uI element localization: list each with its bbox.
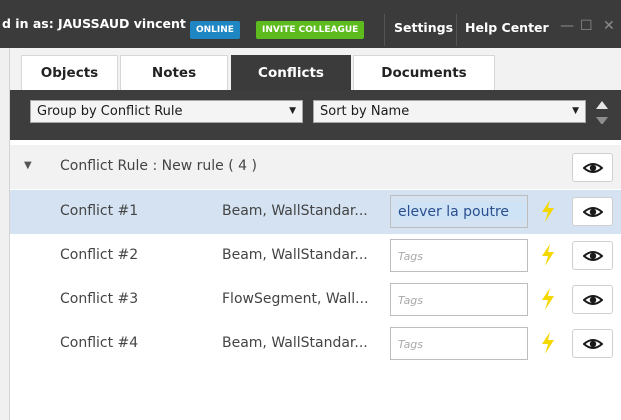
top-bar: d in as: JAUSSAUD vincent ONLINE INVITE … xyxy=(0,0,621,48)
conflict-row[interactable]: Conflict #1 Beam, WallStandar... xyxy=(10,190,621,234)
divider xyxy=(384,14,385,46)
tags-input[interactable] xyxy=(390,283,528,316)
lightning-icon[interactable] xyxy=(540,200,556,222)
group-title: Conflict Rule : New rule ( 4 ) xyxy=(60,158,257,174)
conflict-element-types: Beam, WallStandar... xyxy=(222,335,368,351)
tags-input[interactable] xyxy=(390,195,528,228)
conflict-visibility-button[interactable] xyxy=(572,197,613,226)
eye-icon xyxy=(583,339,603,349)
invite-colleague-button[interactable]: INVITE COLLEAGUE xyxy=(256,21,365,39)
conflict-element-types: FlowSegment, Wall... xyxy=(222,291,369,307)
conflict-element-types: Beam, WallStandar... xyxy=(222,247,368,263)
tags-input[interactable] xyxy=(390,239,528,272)
logged-in-user: d in as: JAUSSAUD vincent xyxy=(2,16,186,31)
tab-documents[interactable]: Documents xyxy=(353,55,495,90)
minimize-icon[interactable]: — xyxy=(560,18,574,34)
conflict-name: Conflict #4 xyxy=(60,335,139,351)
maximize-icon[interactable]: ☐ xyxy=(580,18,593,34)
tab-objects[interactable]: Objects xyxy=(21,55,118,90)
eye-icon xyxy=(583,207,603,217)
collapse-toggle-icon[interactable]: ▼ xyxy=(24,160,32,171)
conflict-name: Conflict #2 xyxy=(60,247,139,263)
eye-icon xyxy=(583,295,603,305)
conflict-row[interactable]: Conflict #4 Beam, WallStandar... xyxy=(10,322,621,366)
conflict-name: Conflict #1 xyxy=(60,203,139,219)
sort-by-select[interactable]: Sort by Name ▼ xyxy=(313,100,586,123)
tab-notes[interactable]: Notes xyxy=(120,55,228,90)
tab-conflicts[interactable]: Conflicts xyxy=(231,55,351,90)
conflict-row[interactable]: Conflict #3 FlowSegment, Wall... xyxy=(10,278,621,322)
conflict-visibility-button[interactable] xyxy=(572,285,613,314)
left-panel-edge xyxy=(0,48,10,420)
conflict-group-header[interactable]: ▼ Conflict Rule : New rule ( 4 ) xyxy=(10,145,621,189)
conflict-row[interactable]: Conflict #2 Beam, WallStandar... xyxy=(10,234,621,278)
chevron-down-icon: ▼ xyxy=(289,106,296,116)
sort-by-value: Sort by Name xyxy=(320,104,410,119)
conflict-visibility-button[interactable] xyxy=(572,241,613,270)
tags-input[interactable] xyxy=(390,327,528,360)
list-toolbar: Group by Conflict Rule ▼ Sort by Name ▼ xyxy=(10,90,621,140)
close-icon[interactable]: ✕ xyxy=(603,18,615,34)
conflict-visibility-button[interactable] xyxy=(572,329,613,358)
conflict-name: Conflict #3 xyxy=(60,291,139,307)
tab-bar: Objects Notes Conflicts Documents xyxy=(10,48,621,90)
scroll-arrows-icon[interactable] xyxy=(595,100,609,124)
eye-icon xyxy=(583,163,603,173)
help-center-link[interactable]: Help Center xyxy=(465,20,549,35)
conflict-element-types: Beam, WallStandar... xyxy=(222,203,368,219)
chevron-down-icon: ▼ xyxy=(572,106,579,116)
lightning-icon[interactable] xyxy=(540,244,556,266)
settings-link[interactable]: Settings xyxy=(394,20,453,35)
lightning-icon[interactable] xyxy=(540,288,556,310)
group-visibility-button[interactable] xyxy=(572,153,613,182)
eye-icon xyxy=(583,251,603,261)
lightning-icon[interactable] xyxy=(540,332,556,354)
group-by-value: Group by Conflict Rule xyxy=(37,104,183,119)
conflict-list: ▼ Conflict Rule : New rule ( 4 ) Conflic… xyxy=(10,140,621,420)
divider xyxy=(456,14,457,46)
online-status-badge: ONLINE xyxy=(190,21,240,39)
group-by-select[interactable]: Group by Conflict Rule ▼ xyxy=(30,100,303,123)
